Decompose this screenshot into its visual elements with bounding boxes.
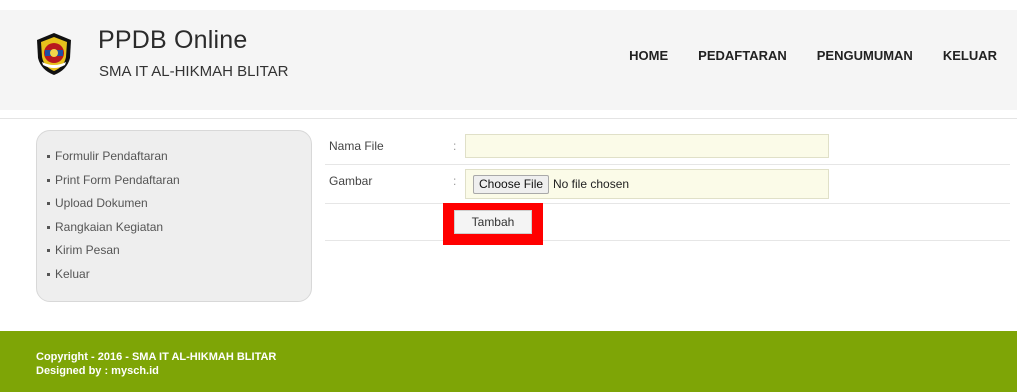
main-nav: HOME PEDAFTARAN PENGUMUMAN KELUAR	[599, 48, 997, 63]
sidebar-item-kirim-pesan[interactable]: Kirim Pesan	[37, 239, 311, 263]
nama-file-input[interactable]	[465, 134, 829, 158]
site-subtitle: SMA IT AL-HIKMAH BLITAR	[99, 63, 289, 80]
colon: :	[453, 139, 457, 153]
sidebar-item-print-form[interactable]: Print Form Pendaftaran	[37, 169, 311, 193]
colon: :	[453, 174, 457, 188]
header-divider	[0, 118, 1017, 119]
sidebar-item-formulir[interactable]: Formulir Pendaftaran	[37, 145, 311, 169]
site-header: PPDB Online SMA IT AL-HIKMAH BLITAR HOME…	[0, 10, 1017, 110]
sidebar-item-rangkaian[interactable]: Rangkaian Kegiatan	[37, 216, 311, 240]
site-footer: Copyright - 2016 - SMA IT AL-HIKMAH BLIT…	[0, 331, 1017, 392]
footer-designed-by: Designed by : mysch.id	[36, 365, 159, 377]
sidebar-menu: Formulir Pendaftaran Print Form Pendafta…	[36, 130, 312, 302]
sidebar-item-upload[interactable]: Upload Dokumen	[37, 192, 311, 216]
sidebar-item-keluar[interactable]: Keluar	[37, 263, 311, 287]
nav-pengumuman[interactable]: PENGUMUMAN	[817, 48, 913, 63]
no-file-text: No file chosen	[553, 177, 630, 191]
choose-file-button[interactable]: Choose File	[473, 175, 550, 194]
gambar-label: Gambar	[329, 174, 373, 188]
form-row-gambar: Gambar : Choose File No file chosen	[325, 165, 1010, 204]
nav-pendaftaran[interactable]: PEDAFTARAN	[698, 48, 787, 63]
school-logo	[34, 32, 74, 76]
nav-home[interactable]: HOME	[629, 48, 668, 63]
tambah-button[interactable]: Tambah	[454, 210, 532, 234]
form-row-submit	[325, 204, 1010, 241]
form-row-nama-file: Nama File :	[325, 130, 1010, 165]
gambar-file-input[interactable]: Choose File No file chosen	[465, 169, 829, 199]
nav-keluar[interactable]: KELUAR	[943, 48, 997, 63]
site-title: PPDB Online	[98, 26, 248, 54]
nama-file-label: Nama File	[329, 139, 384, 153]
footer-copyright: Copyright - 2016 - SMA IT AL-HIKMAH BLIT…	[36, 351, 277, 363]
